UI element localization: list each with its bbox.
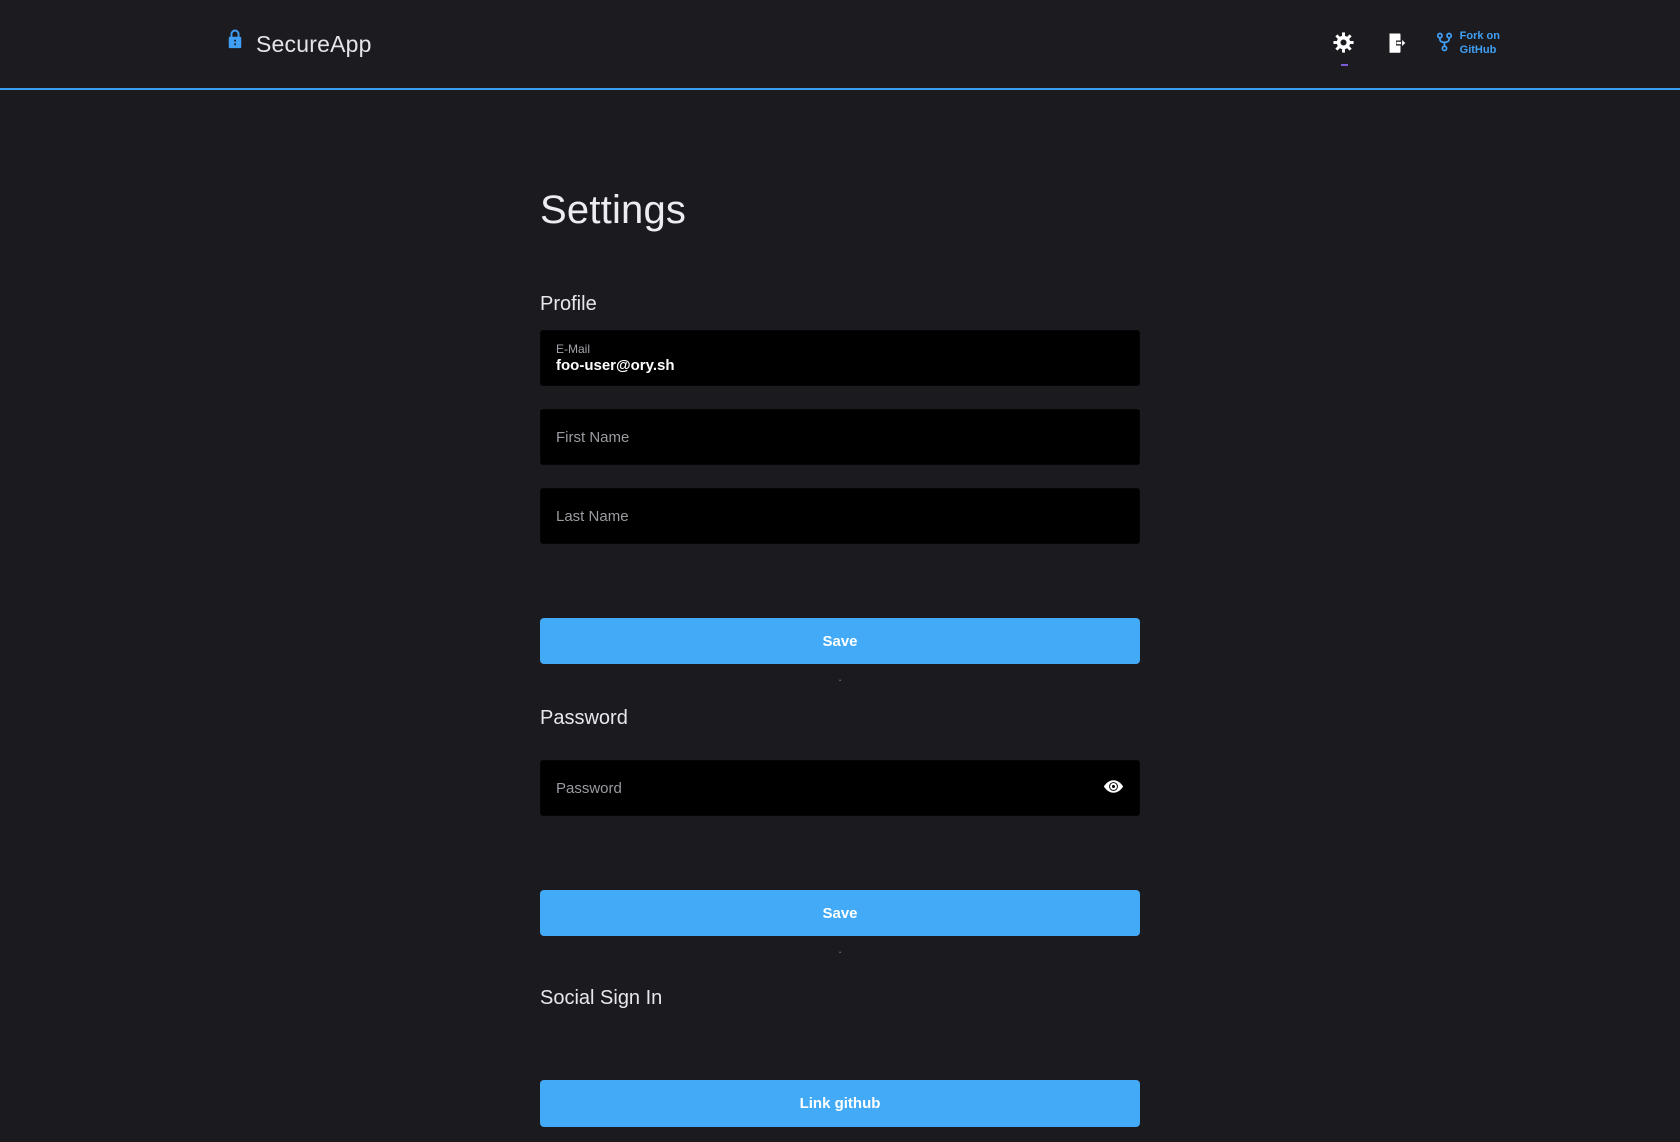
password-status-dot: . (540, 944, 1140, 954)
app-header: SecureApp (0, 0, 1680, 90)
social-sign-in-heading: Social Sign In (540, 986, 1140, 1010)
app-title: SecureApp (256, 31, 372, 58)
password-heading: Password (540, 706, 1140, 730)
profile-save-button[interactable]: Save (540, 618, 1140, 664)
settings-page: Settings Profile E-Mail Save . Password (540, 186, 1140, 1127)
eye-icon (1102, 775, 1125, 801)
profile-section: Profile E-Mail Save . (540, 292, 1140, 682)
password-input[interactable] (556, 780, 1124, 797)
password-field[interactable] (540, 760, 1140, 816)
app-logo: SecureApp (226, 31, 372, 58)
fork-on-github-label: Fork on GitHub (1460, 30, 1500, 58)
link-github-button[interactable]: Link github (540, 1080, 1140, 1127)
social-sign-in-section: Social Sign In Link github (540, 986, 1140, 1127)
fork-on-github-link[interactable]: Fork on GitHub (1436, 30, 1500, 58)
profile-heading: Profile (540, 292, 1140, 316)
git-fork-icon (1436, 32, 1453, 57)
email-input[interactable] (556, 357, 1124, 374)
last-name-field[interactable] (540, 488, 1140, 544)
password-section: Password Save . (540, 706, 1140, 954)
password-save-button[interactable]: Save (540, 890, 1140, 936)
first-name-input[interactable] (556, 429, 1124, 446)
logout-button[interactable] (1384, 32, 1408, 56)
header-actions: Fork on GitHub (1332, 30, 1500, 58)
show-password-button[interactable] (1101, 776, 1125, 800)
logout-icon (1385, 32, 1407, 57)
settings-button[interactable] (1332, 32, 1356, 56)
focus-artifact (1341, 64, 1348, 66)
page-title: Settings (540, 186, 1140, 234)
email-field[interactable]: E-Mail (540, 330, 1140, 386)
last-name-input[interactable] (556, 508, 1124, 525)
email-label: E-Mail (556, 342, 1124, 358)
lock-icon (226, 34, 244, 55)
first-name-field[interactable] (540, 409, 1140, 465)
gear-icon (1333, 32, 1354, 56)
profile-status-dot: . (540, 672, 1140, 682)
